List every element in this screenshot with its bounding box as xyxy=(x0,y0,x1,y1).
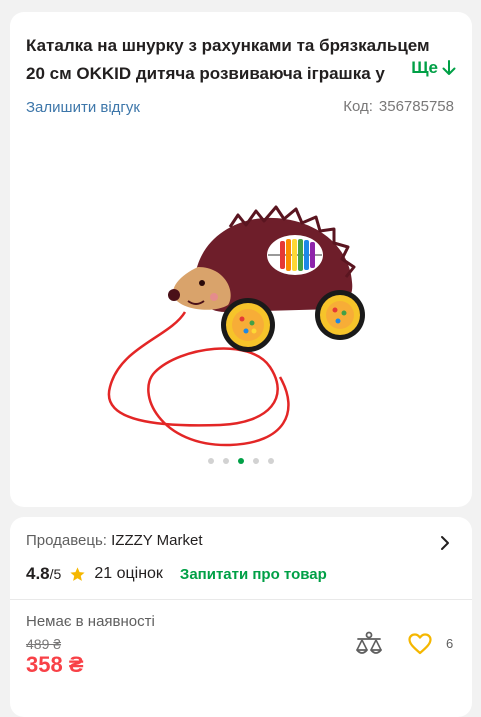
gallery-dot[interactable] xyxy=(208,458,214,464)
front-wheel xyxy=(221,298,275,352)
hedgehog-cheek xyxy=(210,293,218,301)
heart-icon[interactable] xyxy=(408,633,432,655)
product-title-line2: 20 см OKKID дитяча розвиваюча іграшка у xyxy=(26,64,385,83)
rating-row: 4.8 /5 21 оцінок Запитати про товар xyxy=(26,564,327,584)
ask-question-link[interactable]: Запитати про товар xyxy=(180,566,327,583)
arrow-down-icon xyxy=(442,60,456,75)
seller-name: IZZZY Market xyxy=(111,532,203,549)
seller-row[interactable]: Продавець: IZZZY Market xyxy=(26,532,203,549)
hedgehog-nose xyxy=(168,289,180,301)
show-more-button[interactable]: Ще xyxy=(411,58,456,78)
product-card: Каталка на шнурку з рахунками та брязкал… xyxy=(10,12,472,507)
gallery-dot[interactable] xyxy=(268,458,274,464)
product-title-line1: Каталка на шнурку з рахунками та брязкал… xyxy=(26,36,430,55)
gallery-dot-active[interactable] xyxy=(238,458,244,464)
current-price: 358 ₴ xyxy=(26,652,84,677)
product-code-label: Код: xyxy=(343,98,373,115)
product-code-value: 356785758 xyxy=(378,98,454,115)
divider xyxy=(10,599,472,600)
back-wheel xyxy=(315,290,365,340)
wishlist-count: 6 xyxy=(446,636,454,651)
old-price: 489 ₴ xyxy=(26,636,62,652)
leave-review-link[interactable]: Залишити відгук xyxy=(26,99,140,116)
product-title: Каталка на шнурку з рахунками та брязкал… xyxy=(26,32,446,88)
product-image[interactable] xyxy=(100,197,370,452)
gallery-dot[interactable] xyxy=(253,458,259,464)
gallery-dot[interactable] xyxy=(223,458,229,464)
seller-label: Продавець: xyxy=(26,532,107,549)
rating-max: /5 xyxy=(49,566,62,582)
purchase-card: Продавець: IZZZY Market 4.8 /5 21 оцінок… xyxy=(10,517,472,717)
hedgehog-eye xyxy=(199,280,205,286)
chevron-right-icon[interactable] xyxy=(440,535,450,551)
compare-scales-icon[interactable] xyxy=(355,631,383,657)
product-code: Код: 356785758 xyxy=(343,98,454,115)
rating-count-link[interactable]: 21 оцінок xyxy=(94,565,163,583)
gallery-pagination xyxy=(10,458,472,464)
rating-value: 4.8 xyxy=(26,564,50,583)
show-more-label: Ще xyxy=(411,58,438,77)
stock-status: Немає в наявності xyxy=(26,613,155,630)
star-icon xyxy=(70,566,85,581)
